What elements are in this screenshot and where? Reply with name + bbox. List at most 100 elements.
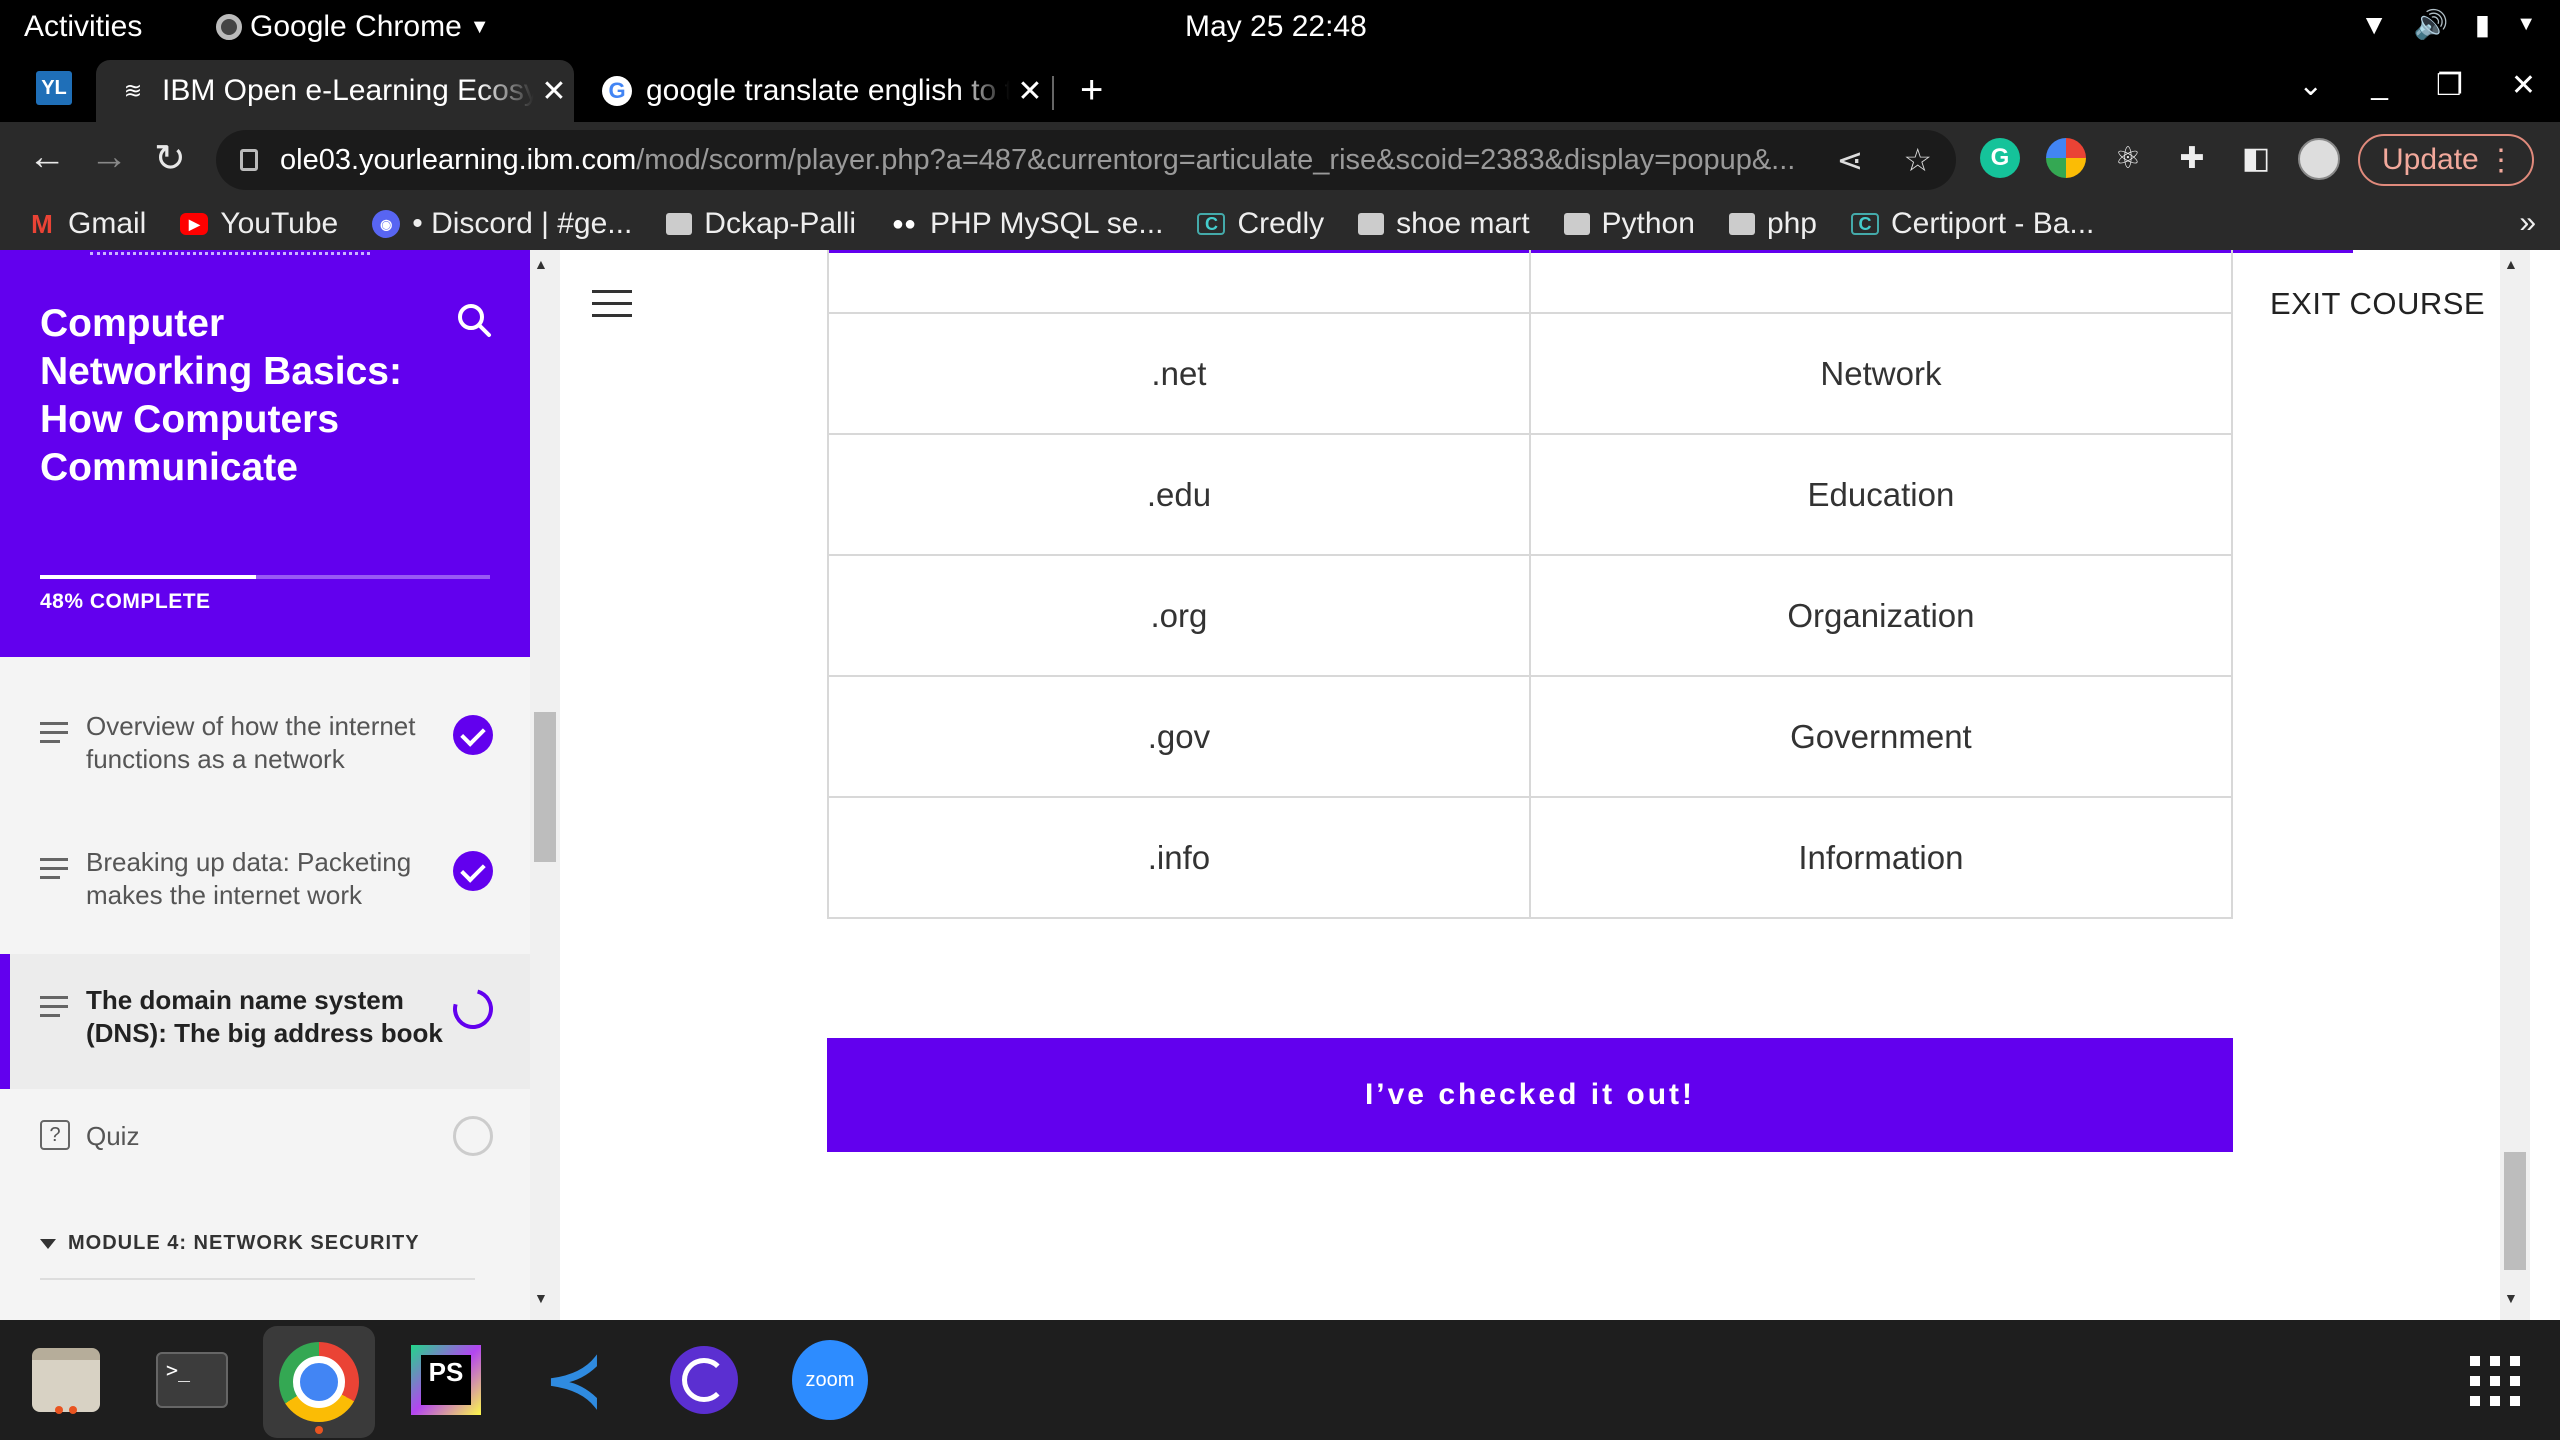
more-bookmarks-icon[interactable]: » bbox=[2519, 206, 2536, 240]
bookmark-shoe-mart[interactable]: shoe mart bbox=[1358, 207, 1530, 241]
terminal-app[interactable]: >_ bbox=[154, 1342, 230, 1418]
bookmark-gmail[interactable]: M Gmail bbox=[28, 207, 146, 241]
bookmark-star-icon[interactable]: ☆ bbox=[1903, 141, 1932, 179]
minimize-icon[interactable]: _ bbox=[2371, 68, 2388, 103]
scrollbar-thumb[interactable] bbox=[2504, 1152, 2526, 1270]
clock[interactable]: May 25 22:48 bbox=[1185, 10, 1367, 44]
course-header: Computer Networking Basics: How Computer… bbox=[0, 250, 530, 657]
vscode-app[interactable]: ≺ bbox=[536, 1342, 612, 1418]
files-icon bbox=[32, 1348, 100, 1412]
app-menu[interactable]: Google Chrome ▼ bbox=[216, 10, 490, 44]
table-row: .net Network bbox=[827, 312, 2234, 435]
new-tab-icon[interactable]: + bbox=[1080, 68, 1103, 113]
table-row: .info Information bbox=[827, 796, 2234, 919]
show-applications-icon[interactable] bbox=[2470, 1356, 2522, 1408]
close-icon[interactable]: ✕ bbox=[534, 74, 574, 109]
domain-cell: .info bbox=[827, 796, 1531, 919]
files-app[interactable] bbox=[28, 1342, 104, 1418]
scrollbar-thumb[interactable] bbox=[534, 712, 556, 862]
bookmark-label: shoe mart bbox=[1396, 207, 1530, 240]
scroll-down-icon[interactable]: ▼ bbox=[534, 1290, 548, 1306]
bookmark-label: Dckap-Palli bbox=[704, 207, 857, 240]
divider bbox=[40, 1278, 475, 1280]
domain-cell: .net bbox=[827, 312, 1531, 435]
reload-icon[interactable]: ↻ bbox=[154, 136, 186, 181]
lesson-label: Breaking up data: Packeting makes the in… bbox=[86, 847, 412, 910]
bookmark-label: Certiport - Ba... bbox=[1891, 207, 2095, 240]
zoom-icon: zoom bbox=[792, 1340, 868, 1420]
table-row bbox=[827, 250, 2234, 314]
bookmark-php[interactable]: php bbox=[1728, 207, 1817, 241]
url-host: ole03.yourlearning.ibm.com bbox=[280, 143, 637, 176]
bookmark-dckap-palli[interactable]: Dckap-Palli bbox=[666, 207, 856, 241]
browser-toolbar: ← → ↻ ole03.yourlearning.ibm.com /mod/sc… bbox=[0, 122, 2560, 198]
table-row: .org Organization bbox=[827, 554, 2234, 677]
continue-button[interactable]: I’ve checked it out! bbox=[827, 1038, 2233, 1152]
progress-label: 48% COMPLETE bbox=[40, 590, 211, 613]
restore-icon[interactable]: ❐ bbox=[2436, 68, 2463, 103]
bookmark-certiport[interactable]: C Certiport - Ba... bbox=[1851, 207, 2094, 241]
phpstorm-app[interactable]: PS bbox=[408, 1342, 484, 1418]
running-indicator bbox=[315, 1426, 323, 1434]
url-path: /mod/scorm/player.php?a=487&currentorg=a… bbox=[636, 143, 1796, 176]
tab-ibm-learning[interactable]: ≋ IBM Open e-Learning Ecosystem ✕ bbox=[96, 60, 574, 122]
sidebar-item-packeting[interactable]: Breaking up data: Packeting makes the in… bbox=[0, 846, 530, 966]
bookmark-label: php bbox=[1766, 207, 1817, 240]
color-picker-icon[interactable] bbox=[2046, 138, 2086, 178]
clipgrab-app[interactable] bbox=[666, 1342, 742, 1418]
complete-check-icon bbox=[453, 715, 493, 755]
meaning-cell: Education bbox=[1528, 433, 2234, 556]
close-icon[interactable]: ✕ bbox=[1010, 74, 1050, 109]
hamburger-menu-icon[interactable] bbox=[592, 290, 632, 326]
kebab-menu-icon[interactable]: ⋮ bbox=[2486, 143, 2516, 178]
close-window-icon[interactable]: ✕ bbox=[2511, 68, 2536, 103]
meaning-cell: Organization bbox=[1528, 554, 2234, 677]
system-tray[interactable]: ▼ 🔊 ▮ ▼ bbox=[2360, 8, 2536, 41]
activities-button[interactable]: Activities bbox=[24, 10, 142, 44]
scroll-up-icon[interactable]: ▲ bbox=[2504, 256, 2518, 272]
domain-table: .net Network .edu Education .org Organization… bbox=[827, 250, 2234, 919]
side-panel-icon[interactable]: ◧ bbox=[2236, 138, 2276, 178]
sidebar-scrollbar[interactable]: ▲ ▼ bbox=[530, 250, 560, 1320]
profile-avatar[interactable] bbox=[2298, 138, 2340, 180]
back-icon[interactable]: ← bbox=[28, 136, 66, 179]
share-icon[interactable]: ⋖ bbox=[1837, 141, 1864, 179]
update-button[interactable]: Update ⋮ bbox=[2358, 134, 2534, 186]
sidebar-item-dns[interactable]: The domain name system (DNS): The big ad… bbox=[0, 954, 530, 1089]
react-devtools-icon[interactable]: ⚛ bbox=[2108, 138, 2148, 178]
extensions-puzzle-icon[interactable]: ✚ bbox=[2172, 138, 2212, 178]
address-bar[interactable]: ole03.yourlearning.ibm.com /mod/scorm/pl… bbox=[216, 130, 1956, 190]
module-heading[interactable]: MODULE 4: NETWORK SECURITY bbox=[40, 1232, 420, 1255]
chevron-down-icon: ▼ bbox=[2516, 13, 2536, 35]
page-scrollbar[interactable]: ▲ ▼ bbox=[2500, 250, 2530, 1320]
search-icon[interactable] bbox=[456, 302, 492, 338]
in-progress-icon bbox=[445, 981, 501, 1037]
sidebar-item-internet-overview[interactable]: Overview of how the internet functions a… bbox=[0, 710, 530, 830]
tab-search-icon[interactable]: ⌄ bbox=[2298, 68, 2323, 103]
credly-icon: C bbox=[1197, 213, 1226, 235]
bookmark-label: Gmail bbox=[68, 207, 147, 240]
chrome-icon bbox=[216, 14, 242, 40]
meaning-cell: Information bbox=[1528, 796, 2234, 919]
bookmark-youtube[interactable]: ▶ YouTube bbox=[180, 207, 338, 241]
yourlearning-logo-icon[interactable]: YL bbox=[36, 71, 72, 105]
bookmark-php-mysql[interactable]: ●● PHP MySQL se... bbox=[890, 207, 1164, 241]
forward-icon[interactable]: → bbox=[90, 136, 128, 179]
sidebar-item-quiz[interactable]: ? Quiz bbox=[0, 1116, 530, 1200]
not-started-icon bbox=[453, 1116, 493, 1156]
table-row: .edu Education bbox=[827, 433, 2234, 556]
exit-course-link[interactable]: EXIT COURSE bbox=[2270, 286, 2485, 322]
chrome-icon bbox=[279, 1342, 359, 1422]
tab-google-translate[interactable]: G google translate english to tamil ✕ bbox=[580, 60, 1050, 122]
zoom-app[interactable]: zoom bbox=[792, 1340, 868, 1420]
bookmark-python[interactable]: Python bbox=[1563, 207, 1695, 241]
bookmark-discord[interactable]: ◉ • Discord | #ge... bbox=[372, 207, 632, 241]
lesson-icon bbox=[40, 722, 70, 749]
bookmark-credly[interactable]: C Credly bbox=[1197, 207, 1324, 241]
grammarly-icon[interactable]: G bbox=[1980, 138, 2020, 178]
chrome-app[interactable] bbox=[263, 1326, 375, 1438]
course-title: Computer Networking Basics: How Computer… bbox=[40, 302, 402, 489]
scroll-up-icon[interactable]: ▲ bbox=[534, 256, 548, 272]
scroll-down-icon[interactable]: ▼ bbox=[2504, 1290, 2518, 1306]
lock-icon[interactable] bbox=[240, 149, 258, 171]
